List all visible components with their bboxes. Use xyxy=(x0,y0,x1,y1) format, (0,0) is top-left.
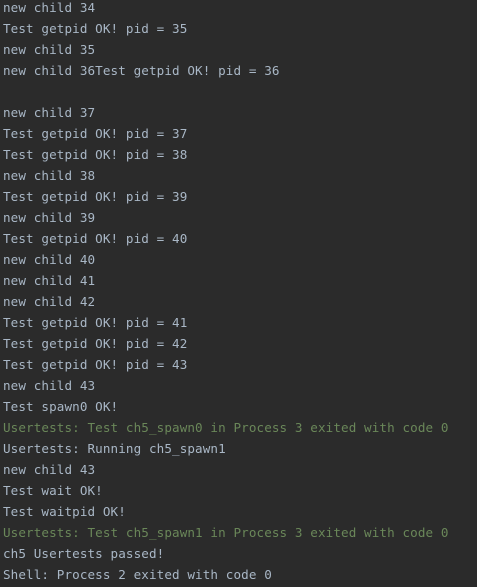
console-line: Test getpid OK! pid = 40 xyxy=(3,231,188,246)
console-line: new child 37 xyxy=(3,105,96,120)
console-line: new child 35 xyxy=(3,42,96,57)
console-line: ch5 Usertests passed! xyxy=(3,546,165,561)
console-line: Shell: Process 2 exited with code 0 xyxy=(3,567,272,582)
console-line-success: Usertests: Test ch5_spawn0 in Process 3 … xyxy=(3,420,449,435)
console-line: new child 39 xyxy=(3,210,96,225)
console-line: new child 34 xyxy=(3,0,96,15)
console-line: new child 43 xyxy=(3,378,96,393)
console-line: Test wait OK! xyxy=(3,483,103,498)
console-line: Test getpid OK! pid = 38 xyxy=(3,147,188,162)
console-line: new child 40 xyxy=(3,252,96,267)
console-line: new child 41 xyxy=(3,273,96,288)
console-line: new child 43 xyxy=(3,462,96,477)
console-line-success: Usertests: Test ch5_spawn1 in Process 3 … xyxy=(3,525,449,540)
console-line: Test getpid OK! pid = 37 xyxy=(3,126,188,141)
console-line: Test getpid OK! pid = 35 xyxy=(3,21,188,36)
console-line: new child 38 xyxy=(3,168,96,183)
console-line: Test getpid OK! pid = 42 xyxy=(3,336,188,351)
console-line: Usertests: Running ch5_spawn1 xyxy=(3,441,226,456)
terminal-output[interactable]: new child 34 Test getpid OK! pid = 35 ne… xyxy=(0,0,477,587)
console-line: Test waitpid OK! xyxy=(3,504,126,519)
console-line: new child 42 xyxy=(3,294,96,309)
console-line: Test spawn0 OK! xyxy=(3,399,119,414)
console-line: Test getpid OK! pid = 39 xyxy=(3,189,188,204)
console-line: new child 36Test getpid OK! pid = 36 xyxy=(3,63,280,78)
console-line: Test getpid OK! pid = 43 xyxy=(3,357,188,372)
console-line: Test getpid OK! pid = 41 xyxy=(3,315,188,330)
console-lines: new child 34 Test getpid OK! pid = 35 ne… xyxy=(3,0,449,585)
